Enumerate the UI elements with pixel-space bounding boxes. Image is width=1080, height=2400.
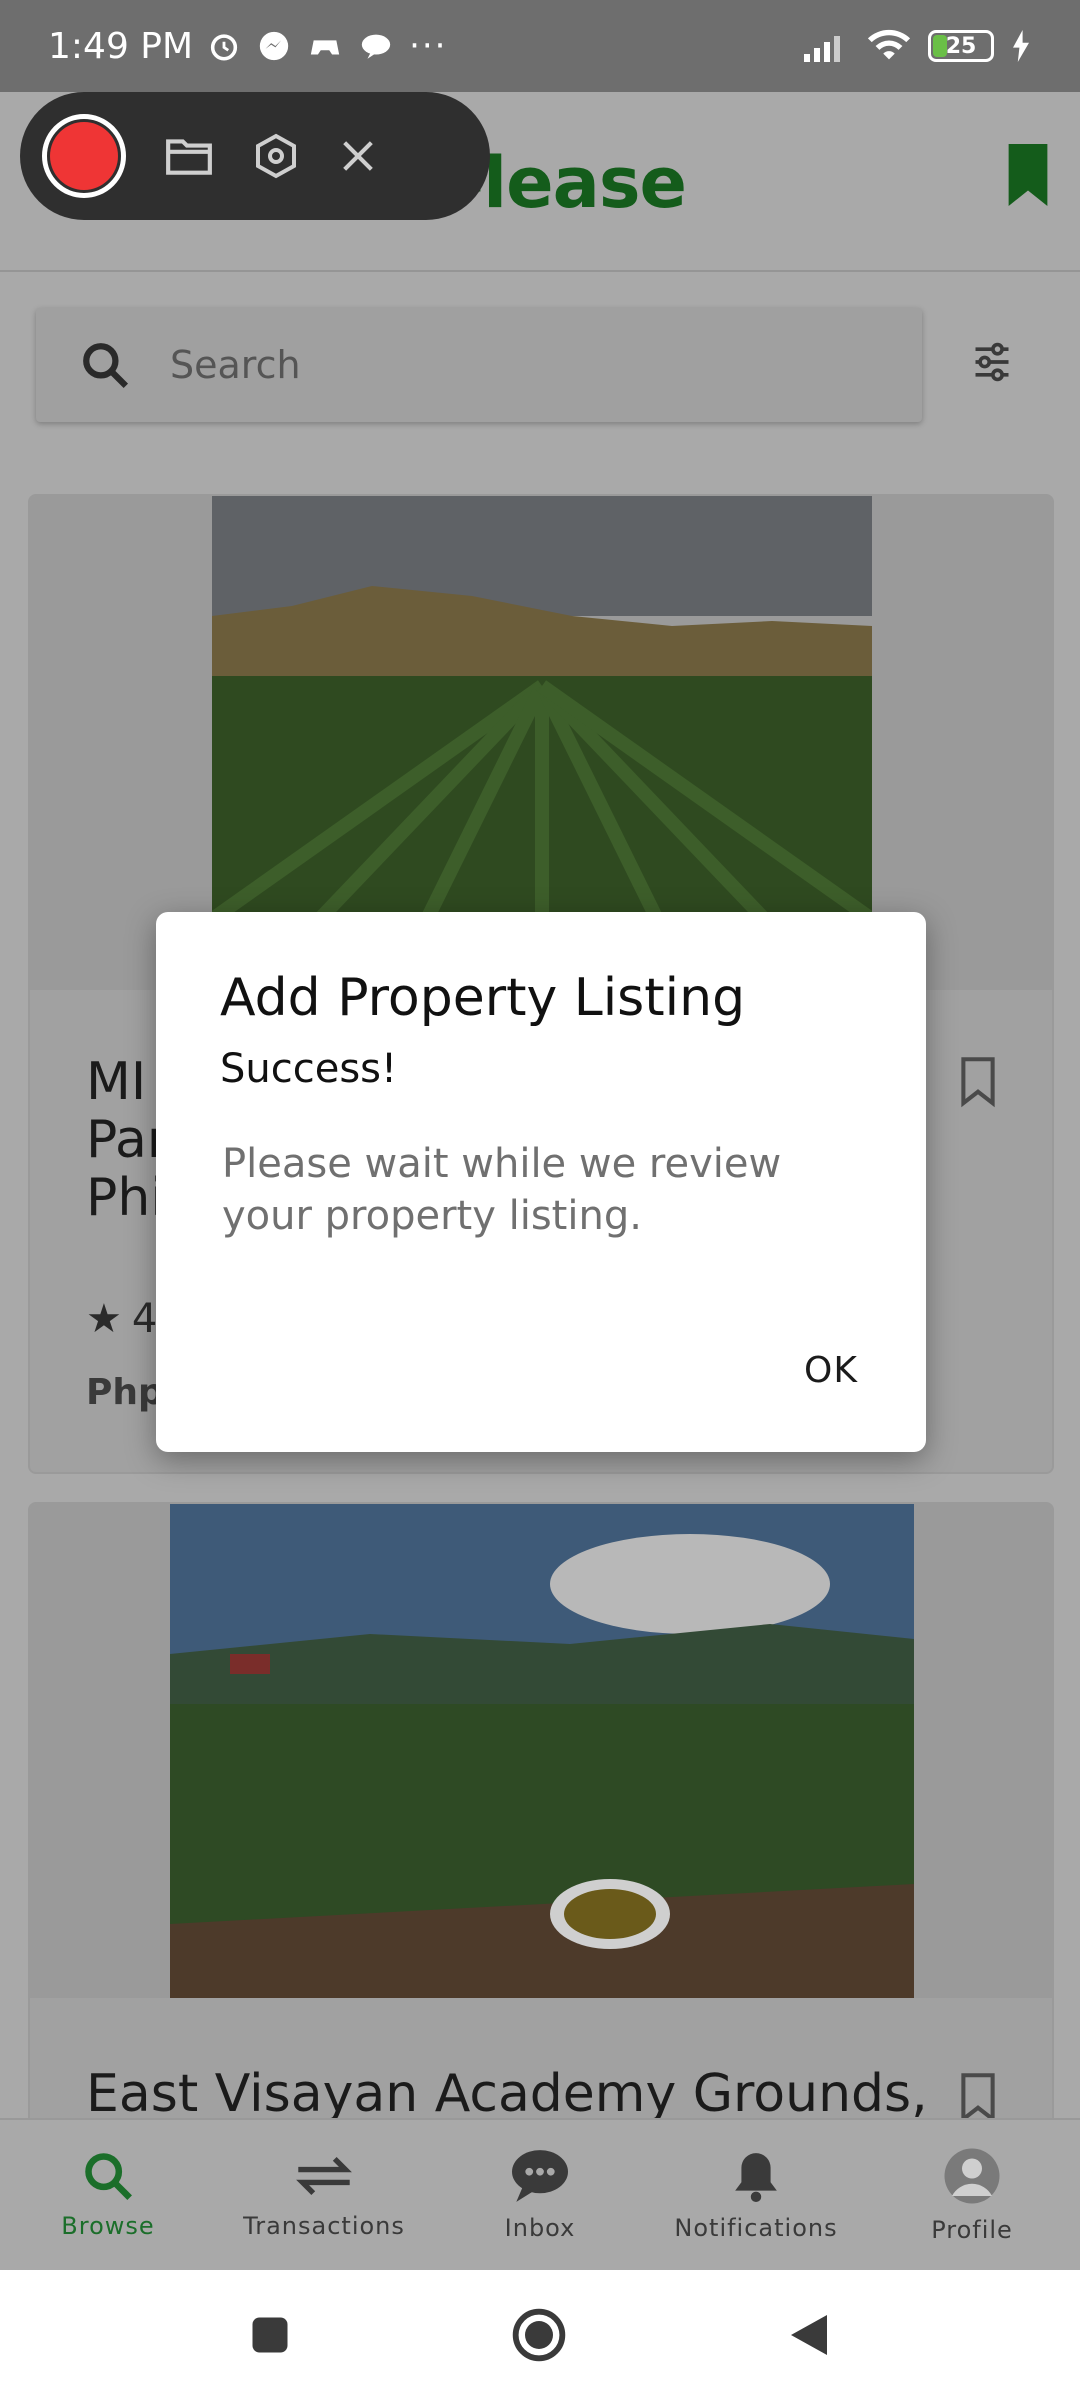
property-photo bbox=[30, 1504, 1052, 1998]
status-system-icons: 25 bbox=[802, 28, 1032, 64]
search-input[interactable] bbox=[170, 343, 770, 387]
search-icon bbox=[83, 343, 129, 389]
settings-hex-icon[interactable] bbox=[252, 132, 300, 180]
battery-level: 25 bbox=[945, 33, 977, 59]
game-controller-icon bbox=[310, 40, 340, 55]
status-time: 1:49 PM bbox=[48, 25, 194, 67]
success-dialog: Add Property Listing Success! Please wai… bbox=[156, 912, 926, 1452]
battery-icon: 25 bbox=[928, 30, 994, 62]
record-button[interactable] bbox=[42, 114, 126, 198]
signal-icon bbox=[804, 36, 840, 62]
nav-label: Inbox bbox=[504, 2214, 576, 2242]
bookmark-outline-icon[interactable] bbox=[958, 2072, 998, 2124]
chat-icon bbox=[361, 34, 391, 59]
swap-arrows-icon bbox=[296, 2156, 352, 2196]
rating: ★ 4 bbox=[86, 1296, 157, 1342]
status-notification-icons: ··· bbox=[207, 26, 447, 66]
back-icon[interactable] bbox=[787, 2311, 831, 2359]
sliders-icon bbox=[975, 342, 1009, 382]
screen-recorder-toolbar bbox=[20, 92, 490, 220]
star-icon: ★ bbox=[86, 1296, 122, 1342]
filter-button[interactable] bbox=[960, 330, 1024, 394]
chat-bubble-icon bbox=[512, 2150, 568, 2202]
search-bar[interactable] bbox=[36, 308, 922, 422]
nav-label: Transactions bbox=[243, 2212, 405, 2240]
system-navigation bbox=[0, 2270, 1080, 2400]
bell-icon bbox=[735, 2153, 777, 2203]
search-icon bbox=[85, 2153, 132, 2200]
nav-label: Notifications bbox=[674, 2214, 838, 2242]
dialog-subtitle: Success! bbox=[220, 1046, 398, 1092]
nav-profile[interactable]: Profile bbox=[864, 2120, 1080, 2270]
property-title-line: Phi bbox=[86, 1168, 165, 1228]
nav-label: Browse bbox=[61, 2212, 155, 2240]
dialog-message: Please wait while we review your propert… bbox=[222, 1141, 782, 1239]
bottom-navigation: Browse Transactions Inbox Notifications … bbox=[0, 2118, 1080, 2270]
more-notifications-icon: ··· bbox=[409, 26, 448, 66]
price: Php bbox=[86, 1372, 164, 1413]
nav-inbox[interactable]: Inbox bbox=[432, 2120, 648, 2270]
recents-icon[interactable] bbox=[249, 2314, 291, 2356]
rating-value: 4 bbox=[131, 1296, 158, 1342]
bookmark-icon[interactable] bbox=[1004, 144, 1052, 206]
landscape-image bbox=[170, 1504, 914, 1998]
bookmark-outline-icon[interactable] bbox=[958, 1056, 998, 1108]
folder-icon[interactable] bbox=[164, 135, 214, 177]
nav-browse[interactable]: Browse bbox=[0, 2120, 216, 2270]
property-title-line: MI bbox=[86, 1052, 147, 1112]
nav-notifications[interactable]: Notifications bbox=[648, 2120, 864, 2270]
nav-label: Profile bbox=[931, 2216, 1013, 2244]
property-title: East Visayan Academy Grounds, bbox=[86, 2064, 928, 2124]
dialog-title: Add Property Listing bbox=[220, 968, 746, 1028]
home-icon[interactable] bbox=[511, 2307, 567, 2363]
ok-button[interactable]: OK bbox=[804, 1350, 858, 1391]
alarm-icon bbox=[210, 34, 238, 61]
avatar-icon bbox=[944, 2148, 1000, 2204]
property-card[interactable]: East Visayan Academy Grounds, bbox=[28, 1502, 1054, 2142]
nav-transactions[interactable]: Transactions bbox=[216, 2120, 432, 2270]
charging-icon bbox=[1013, 30, 1029, 62]
messenger-icon bbox=[259, 31, 289, 61]
wifi-icon bbox=[867, 29, 911, 60]
status-bar: 1:49 PM ··· 25 bbox=[0, 0, 1080, 92]
close-icon[interactable] bbox=[338, 136, 378, 176]
